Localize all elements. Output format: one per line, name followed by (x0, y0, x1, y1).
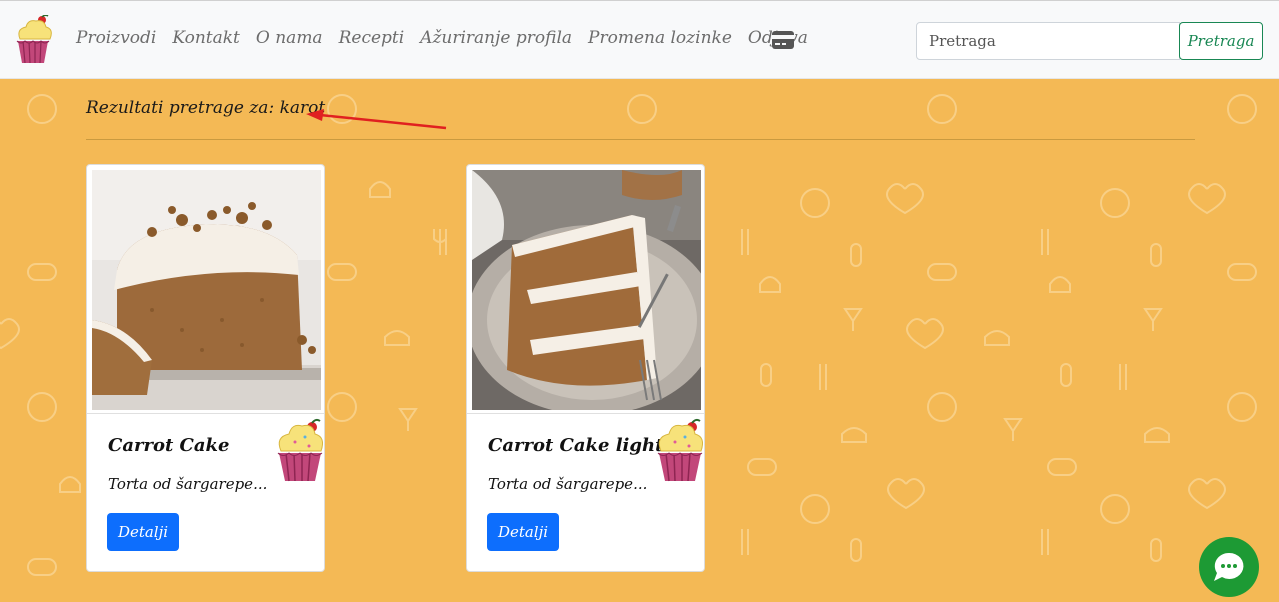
navbar: Proizvodi Kontakt O nama Recepti Ažurira… (0, 0, 1279, 79)
chat-bubble-icon (1214, 552, 1244, 581)
nav-link-azuriranje-profila[interactable]: Ažuriranje profila (420, 28, 572, 48)
recipe-card[interactable]: Carrot Cake light Torta od šargarepe... … (466, 164, 705, 572)
cupcake-icon (657, 418, 703, 482)
nav-link-recepti[interactable]: Recepti (339, 28, 405, 48)
credit-card-icon[interactable] (772, 31, 794, 49)
nav-links: Proizvodi Kontakt O nama Recepti Ažurira… (76, 28, 824, 48)
search-button[interactable]: Pretraga (1179, 22, 1263, 60)
card-title: Carrot Cake (108, 435, 230, 456)
card-description: Torta od šargarepe... (488, 475, 648, 493)
divider (86, 139, 1195, 140)
search-input[interactable] (916, 22, 1180, 60)
cupcake-icon (277, 418, 323, 482)
nav-link-kontakt[interactable]: Kontakt (172, 28, 240, 48)
nav-link-o-nama[interactable]: O nama (256, 28, 323, 48)
card-separator (467, 413, 704, 414)
annotation-arrow-icon (306, 109, 447, 130)
chat-button[interactable] (1199, 537, 1259, 597)
card-title: Carrot Cake light (488, 435, 664, 456)
card-description: Torta od šargarepe... (108, 475, 268, 493)
results-heading: Rezultati pretrage za: karot (86, 98, 326, 118)
details-button[interactable]: Detalji (487, 513, 559, 551)
carrot-cake-light-image[interactable] (472, 170, 701, 410)
recipe-card[interactable]: Carrot Cake Torta od šargarepe... Detalj… (86, 164, 325, 572)
cupcake-logo-icon[interactable] (14, 15, 52, 65)
nav-link-promena-lozinke[interactable]: Promena lozinke (588, 28, 732, 48)
details-button[interactable]: Detalji (107, 513, 179, 551)
nav-link-proizvodi[interactable]: Proizvodi (76, 28, 156, 48)
carrot-cake-image[interactable] (92, 170, 321, 410)
card-separator (87, 413, 324, 414)
